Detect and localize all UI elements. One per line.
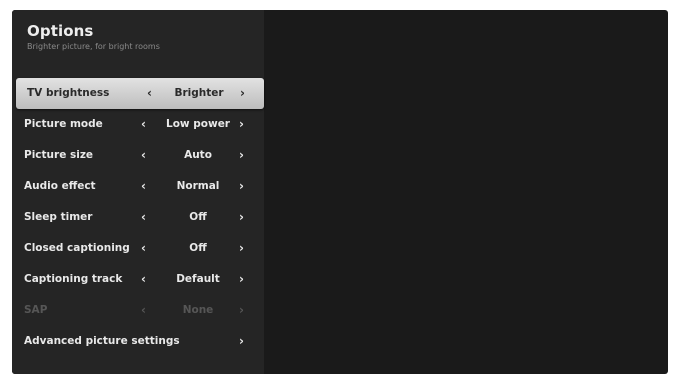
menu-item-label: Sleep timer xyxy=(24,211,93,223)
menu-item-value: Normal xyxy=(176,180,220,192)
menu-item-label: Audio effect xyxy=(24,180,96,192)
menu-item-label: Captioning track xyxy=(24,273,123,285)
menu-item-label: TV brightness xyxy=(27,87,110,99)
chevron-left-icon[interactable]: ‹ xyxy=(141,148,146,162)
chevron-right-icon[interactable]: › xyxy=(239,179,244,193)
menu-item-value: Brighter xyxy=(174,87,224,99)
chevron-right-icon[interactable]: › xyxy=(239,210,244,224)
menu-item-label: Picture mode xyxy=(24,118,103,130)
menu-item-picture-size[interactable]: Picture size ‹ Auto › xyxy=(12,140,264,171)
tv-screen: Options Brighter picture, for bright roo… xyxy=(12,10,668,374)
panel-subtitle: Brighter picture, for bright rooms xyxy=(27,42,160,51)
menu-item-value: Low power xyxy=(166,118,230,130)
chevron-right-icon: › xyxy=(239,303,244,317)
chevron-left-icon[interactable]: ‹ xyxy=(141,272,146,286)
menu-item-tv-brightness[interactable]: TV brightness ‹ Brighter › xyxy=(16,78,264,109)
options-menu: TV brightness ‹ Brighter › Picture mode … xyxy=(12,78,264,357)
chevron-right-icon[interactable]: › xyxy=(239,241,244,255)
chevron-right-icon[interactable]: › xyxy=(239,117,244,131)
menu-item-sleep-timer[interactable]: Sleep timer ‹ Off › xyxy=(12,202,264,233)
menu-item-value: Off xyxy=(189,242,207,254)
menu-item-advanced-picture-settings[interactable]: Advanced picture settings › xyxy=(12,326,264,357)
chevron-left-icon[interactable]: ‹ xyxy=(147,86,152,100)
chevron-left-icon[interactable]: ‹ xyxy=(141,179,146,193)
menu-item-label: Advanced picture settings xyxy=(24,335,180,347)
menu-item-value: Auto xyxy=(184,149,212,161)
menu-item-captioning-track[interactable]: Captioning track ‹ Default › xyxy=(12,264,264,295)
menu-item-value: None xyxy=(182,304,214,316)
chevron-right-icon[interactable]: › xyxy=(239,334,244,348)
menu-item-label: SAP xyxy=(24,304,48,316)
chevron-left-icon[interactable]: ‹ xyxy=(141,241,146,255)
chevron-right-icon[interactable]: › xyxy=(239,148,244,162)
chevron-left-icon[interactable]: ‹ xyxy=(141,210,146,224)
chevron-right-icon[interactable]: › xyxy=(239,272,244,286)
menu-item-closed-captioning[interactable]: Closed captioning ‹ Off › xyxy=(12,233,264,264)
options-panel: Options Brighter picture, for bright roo… xyxy=(12,10,264,374)
menu-item-value: Off xyxy=(189,211,207,223)
chevron-left-icon: ‹ xyxy=(141,303,146,317)
menu-item-picture-mode[interactable]: Picture mode ‹ Low power › xyxy=(12,109,264,140)
menu-item-label: Picture size xyxy=(24,149,94,161)
panel-title: Options xyxy=(27,22,94,40)
menu-item-sap: SAP ‹ None › xyxy=(12,295,264,326)
menu-item-label: Closed captioning xyxy=(24,242,130,254)
chevron-right-icon[interactable]: › xyxy=(240,86,245,100)
menu-item-audio-effect[interactable]: Audio effect ‹ Normal › xyxy=(12,171,264,202)
chevron-left-icon[interactable]: ‹ xyxy=(141,117,146,131)
menu-item-value: Default xyxy=(176,273,220,285)
